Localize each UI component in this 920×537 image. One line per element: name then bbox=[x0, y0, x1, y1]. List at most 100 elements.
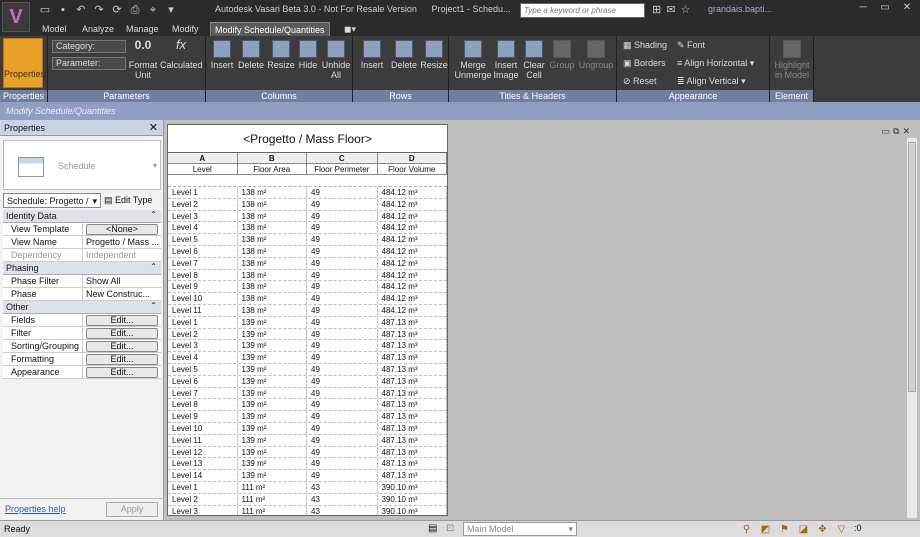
user-name[interactable]: grandais.bapti... bbox=[708, 4, 772, 14]
close-icon[interactable]: ✕ bbox=[149, 121, 158, 134]
table-cell[interactable]: 49 bbox=[307, 458, 378, 470]
table-row[interactable]: Level 4 139 m² 49 487.13 m³ bbox=[168, 352, 447, 364]
table-row[interactable]: Level 3 111 m² 43 390.10 m³ bbox=[168, 505, 447, 515]
table-cell[interactable]: Level 1 bbox=[168, 316, 238, 328]
table-row[interactable]: Level 6 138 m² 49 484.12 m³ bbox=[168, 245, 447, 258]
table-row[interactable]: Level 6 139 m² 49 487.13 m³ bbox=[168, 375, 447, 388]
table-row[interactable]: Level 10 139 m² 49 487.13 m³ bbox=[168, 422, 447, 435]
table-cell[interactable]: 139 m² bbox=[238, 387, 307, 399]
measure-icon[interactable]: ⌖ bbox=[146, 3, 160, 17]
table-cell[interactable]: 49 bbox=[307, 399, 378, 411]
column-header[interactable]: Floor Volume bbox=[377, 164, 447, 175]
table-cell[interactable]: 487.13 m³ bbox=[378, 446, 447, 458]
table-cell[interactable]: 49 bbox=[307, 316, 378, 328]
table-cell[interactable]: 138 m² bbox=[238, 234, 307, 245]
parameter-combo[interactable]: Parameter: bbox=[52, 57, 126, 70]
insert-image-button[interactable]: Insert Image bbox=[493, 40, 519, 80]
table-cell[interactable]: 138 m² bbox=[238, 257, 307, 269]
table-cell[interactable]: 49 bbox=[307, 375, 378, 387]
table-cell[interactable]: Level 2 bbox=[168, 493, 238, 505]
shading-button[interactable]: ▦ Shading bbox=[623, 40, 667, 51]
group-button[interactable]: Group bbox=[547, 40, 577, 70]
table-cell[interactable]: 487.13 m³ bbox=[378, 470, 447, 481]
design-option-selector[interactable]: Main Model ▾ bbox=[463, 522, 577, 536]
worksets-icon[interactable]: ▤ bbox=[428, 523, 437, 534]
table-row[interactable]: Level 2 139 m² 49 487.13 m³ bbox=[168, 328, 447, 341]
table-cell[interactable]: 484.12 m³ bbox=[378, 198, 447, 210]
table-cell[interactable]: 487.13 m³ bbox=[378, 363, 447, 375]
customize-icon[interactable]: ▾ bbox=[164, 3, 178, 17]
table-cell[interactable]: Level 4 bbox=[168, 352, 238, 363]
table-cell[interactable]: 139 m² bbox=[238, 328, 307, 340]
table-cell[interactable]: Level 6 bbox=[168, 375, 238, 387]
table-cell[interactable]: Level 3 bbox=[168, 505, 238, 515]
table-cell[interactable]: Level 8 bbox=[168, 269, 238, 281]
tab-modify[interactable]: Modify bbox=[168, 22, 203, 36]
table-cell[interactable]: 487.13 m³ bbox=[378, 434, 447, 446]
table-cell[interactable]: 49 bbox=[307, 352, 378, 363]
formatting-edit-button[interactable]: Edit... bbox=[86, 354, 158, 365]
table-cell[interactable]: 139 m² bbox=[238, 411, 307, 422]
table-cell[interactable]: 139 m² bbox=[238, 375, 307, 387]
column-letter[interactable]: D bbox=[377, 153, 447, 164]
reset-button[interactable]: ⊘ Reset bbox=[623, 76, 657, 87]
favorites-icon[interactable]: ☆ bbox=[680, 3, 690, 16]
table-cell[interactable]: 139 m² bbox=[238, 316, 307, 328]
table-cell[interactable]: Level 3 bbox=[168, 210, 238, 222]
table-cell[interactable]: 139 m² bbox=[238, 363, 307, 375]
table-cell[interactable]: 484.12 m³ bbox=[378, 210, 447, 222]
table-row[interactable]: Level 7 138 m² 49 484.12 m³ bbox=[168, 257, 447, 270]
table-cell[interactable]: Level 10 bbox=[168, 422, 238, 434]
schedule-title[interactable]: <Progetto / Mass Floor> bbox=[168, 125, 447, 153]
table-cell[interactable]: Level 13 bbox=[168, 458, 238, 470]
table-cell[interactable]: 49 bbox=[307, 470, 378, 481]
column-header[interactable]: Level bbox=[168, 164, 238, 175]
table-cell[interactable]: 49 bbox=[307, 210, 378, 222]
table-cell[interactable]: 139 m² bbox=[238, 399, 307, 411]
properties-help-link[interactable]: Properties help bbox=[5, 504, 66, 514]
table-cell[interactable]: 390.10 m³ bbox=[378, 493, 447, 505]
row-insert-button[interactable]: Insert bbox=[357, 40, 387, 70]
tile-icon[interactable]: ⧉ bbox=[893, 126, 899, 137]
table-cell[interactable]: 49 bbox=[307, 257, 378, 269]
table-cell[interactable]: 484.12 m³ bbox=[378, 222, 447, 234]
table-row[interactable]: Level 5 138 m² 49 484.12 m³ bbox=[168, 234, 447, 246]
calculated-button[interactable]: fx Calculated bbox=[160, 38, 203, 70]
column-hide-button[interactable]: Hide bbox=[296, 40, 320, 70]
merge-unmerge-button[interactable]: Merge Unmerge bbox=[453, 40, 493, 80]
table-row[interactable]: Level 9 139 m² 49 487.13 m³ bbox=[168, 411, 447, 423]
table-row[interactable]: Level 7 139 m² 49 487.13 m³ bbox=[168, 387, 447, 400]
table-cell[interactable]: 49 bbox=[307, 187, 378, 198]
table-cell[interactable]: 487.13 m³ bbox=[378, 411, 447, 422]
apply-button[interactable]: Apply bbox=[106, 502, 158, 517]
ungroup-button[interactable]: Ungroup bbox=[577, 40, 615, 70]
table-cell[interactable]: 484.12 m³ bbox=[378, 187, 447, 198]
vertical-scrollbar[interactable] bbox=[907, 138, 917, 518]
table-cell[interactable]: Level 9 bbox=[168, 411, 238, 422]
table-row[interactable]: Level 13 139 m² 49 487.13 m³ bbox=[168, 458, 447, 471]
phase-field[interactable]: New Construc... bbox=[83, 288, 161, 300]
sync-icon[interactable]: ⟳ bbox=[110, 3, 124, 17]
table-cell[interactable]: 43 bbox=[307, 505, 378, 515]
table-row[interactable]: Level 8 138 m² 49 484.12 m³ bbox=[168, 269, 447, 282]
binoculars-icon[interactable]: ⊞ bbox=[652, 3, 661, 16]
table-row[interactable]: Level 12 139 m² 49 487.13 m³ bbox=[168, 446, 447, 459]
select-underlay-icon[interactable]: ◩ bbox=[759, 523, 772, 536]
table-cell[interactable]: 43 bbox=[307, 481, 378, 493]
table-cell[interactable]: 138 m² bbox=[238, 187, 307, 198]
table-cell[interactable]: 139 m² bbox=[238, 470, 307, 481]
table-row[interactable]: Level 3 139 m² 49 487.13 m³ bbox=[168, 340, 447, 353]
table-cell[interactable]: 138 m² bbox=[238, 198, 307, 210]
table-cell[interactable]: 139 m² bbox=[238, 352, 307, 363]
restore-icon[interactable]: ▭ bbox=[882, 126, 891, 137]
editable-only-icon[interactable]: ⊡ bbox=[446, 523, 454, 534]
table-cell[interactable]: 484.12 m³ bbox=[378, 293, 447, 304]
column-resize-button[interactable]: Resize bbox=[266, 40, 296, 70]
select-links-icon[interactable]: ⚲ bbox=[740, 523, 753, 536]
table-row[interactable]: Level 11 138 m² 49 484.12 m³ bbox=[168, 304, 447, 317]
table-cell[interactable]: Level 6 bbox=[168, 245, 238, 257]
table-cell[interactable]: 49 bbox=[307, 340, 378, 352]
table-cell[interactable]: 49 bbox=[307, 411, 378, 422]
table-cell[interactable]: 487.13 m³ bbox=[378, 422, 447, 434]
table-row[interactable]: Level 3 138 m² 49 484.12 m³ bbox=[168, 210, 447, 223]
